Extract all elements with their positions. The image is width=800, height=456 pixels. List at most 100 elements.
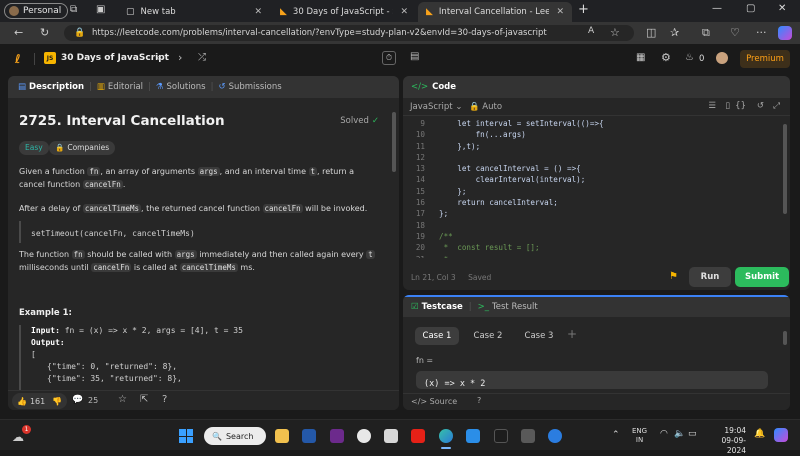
layout-grid-icon[interactable]: ▦: [636, 52, 645, 63]
windows-start-icon[interactable]: [179, 429, 193, 443]
star-icon[interactable]: ☆: [118, 394, 127, 405]
braces-icon[interactable]: {}: [735, 101, 746, 111]
snipping-tool-icon[interactable]: [521, 429, 535, 443]
read-aloud-icon[interactable]: A: [588, 26, 594, 36]
shuffle-icon[interactable]: ⤮: [198, 52, 206, 63]
language-indicator[interactable]: ENG IN: [632, 427, 647, 445]
testcase-scrollbar[interactable]: [783, 331, 787, 345]
new-tab-plus-icon[interactable]: +: [578, 2, 589, 17]
workspaces-icon[interactable]: ⧉: [70, 4, 77, 15]
param-input[interactable]: (x) => x * 2: [416, 371, 768, 389]
code-line: 20 * const result = [];: [403, 242, 790, 253]
tab-description[interactable]: ▤ Description: [18, 82, 84, 92]
tab-interval-cancellation[interactable]: ◣ Interval Cancellation - LeetCode ✕: [418, 2, 572, 22]
auto-mode[interactable]: 🔒 Auto: [469, 102, 502, 112]
show-hidden-icons-chevron-icon[interactable]: ⌃: [612, 430, 620, 440]
study-plan-title[interactable]: 30 Days of JavaScript: [61, 53, 169, 63]
video-app-icon[interactable]: [330, 429, 344, 443]
photos-icon[interactable]: [384, 429, 398, 443]
like-button[interactable]: 👍 161 👎: [12, 393, 68, 409]
language-select[interactable]: JavaScript ⌄: [410, 102, 462, 112]
editor-status: Ln 21, Col 3 Saved: [411, 273, 491, 282]
bookmark-icon[interactable]: ▯: [725, 101, 730, 111]
streak-fire-icon[interactable]: ♨: [685, 52, 694, 63]
battery-icon[interactable]: ▭: [688, 429, 697, 439]
profile-button[interactable]: Personal: [4, 3, 69, 19]
profile-heart-icon[interactable]: ♡: [730, 26, 740, 39]
output-line: {"time": 0, "returned": 8},: [47, 362, 178, 371]
description-tabbar: ▤ Description | ▥ Editorial | ⚗ Solution…: [8, 76, 399, 98]
help-icon[interactable]: ?: [162, 394, 167, 405]
next-problem-icon[interactable]: ›: [178, 51, 182, 64]
close-tab-icon[interactable]: ✕: [556, 7, 564, 17]
tab-editorial[interactable]: ▥ Editorial: [97, 82, 143, 92]
chrome-app-icon[interactable]: [548, 429, 562, 443]
close-tab-icon[interactable]: ✕: [400, 7, 408, 17]
more-options-icon[interactable]: ···: [756, 26, 767, 39]
timer-icon[interactable]: ⏱: [382, 51, 396, 65]
clock[interactable]: 19:04 09-09-2024: [706, 426, 747, 456]
powerpoint-icon[interactable]: [302, 429, 316, 443]
source-button[interactable]: </> Source: [411, 397, 457, 406]
tab-divider: |: [468, 302, 472, 312]
description-scrollbar[interactable]: [392, 112, 396, 172]
file-explorer-icon[interactable]: [275, 429, 289, 443]
settings-gear-icon[interactable]: ⚙: [661, 51, 671, 64]
case-tab-3[interactable]: Case 3: [517, 327, 561, 345]
youtube-icon[interactable]: [411, 429, 425, 443]
tab-testcase[interactable]: ☑ Testcase: [411, 302, 463, 312]
minimize-icon[interactable]: —: [712, 3, 722, 14]
comment-icon[interactable]: 💬: [72, 395, 83, 405]
split-screen-icon[interactable]: ◫: [646, 26, 656, 39]
tab-solutions[interactable]: ⚗ Solutions: [156, 82, 206, 92]
site-info-icon[interactable]: 🔒: [74, 25, 85, 41]
media-player-icon[interactable]: [357, 429, 371, 443]
tab-study-plan[interactable]: ◣ 30 Days of JavaScript - Study Plan ✕: [272, 2, 416, 22]
premium-button[interactable]: Premium: [740, 50, 790, 68]
format-icon[interactable]: ☰: [708, 101, 716, 111]
maximize-icon[interactable]: ▢: [746, 3, 755, 14]
tab-actions-icon[interactable]: ▣: [96, 4, 105, 15]
notifications-bell-icon[interactable]: 🔔: [754, 429, 765, 439]
case-tab-1[interactable]: Case 1: [415, 327, 459, 345]
notes-icon[interactable]: ▤: [410, 51, 419, 62]
companies-badge[interactable]: 🔒 Companies: [49, 141, 116, 155]
copilot-icon[interactable]: [778, 26, 792, 40]
user-avatar[interactable]: [716, 52, 728, 64]
add-case-icon[interactable]: +: [567, 327, 577, 341]
run-button[interactable]: Run: [689, 267, 731, 287]
weather-widget[interactable]: ☁ 1: [12, 425, 32, 444]
difficulty-badge[interactable]: Easy: [19, 141, 49, 155]
close-tab-icon[interactable]: ✕: [254, 7, 262, 17]
submit-button[interactable]: Submit: [735, 267, 789, 287]
close-window-icon[interactable]: ✕: [778, 3, 786, 14]
prev-problem-icon[interactable]: ‹: [156, 51, 160, 64]
case-tab-2[interactable]: Case 2: [466, 327, 510, 345]
code-editor[interactable]: 9 let interval = setInterval(()=>{10 fn(…: [403, 118, 790, 258]
url-field[interactable]: 🔒 https://leetcode.com/problems/interval…: [64, 25, 634, 41]
tab-test-result[interactable]: >_ Test Result: [478, 302, 538, 312]
thumbs-down-icon[interactable]: 👎: [52, 397, 62, 406]
wifi-icon[interactable]: ◠: [660, 429, 668, 439]
favorite-star-icon[interactable]: ☆: [610, 26, 620, 39]
share-icon[interactable]: ⇱: [140, 394, 148, 405]
help-icon[interactable]: ?: [477, 396, 481, 405]
reset-icon[interactable]: ↺: [757, 101, 764, 111]
solved-label: Solved: [340, 116, 369, 126]
volume-icon[interactable]: 🔈: [674, 429, 685, 439]
vscode-icon[interactable]: [466, 429, 480, 443]
tab-submissions[interactable]: ↺ Submissions: [218, 82, 281, 92]
debugger-icon[interactable]: ⚑: [669, 271, 678, 282]
collections-icon[interactable]: ⧉: [702, 26, 710, 40]
edge-browser-icon[interactable]: [439, 429, 453, 443]
favorites-icon[interactable]: ✰: [670, 26, 679, 39]
taskbar-search-box[interactable]: 🔍 Search: [204, 427, 266, 445]
terminal-app-icon[interactable]: [494, 429, 508, 443]
copilot-taskbar-icon[interactable]: [774, 428, 788, 442]
leetcode-logo-icon[interactable]: ℓ: [15, 52, 21, 66]
tab-new-tab[interactable]: ▢ New tab ✕: [118, 2, 270, 22]
refresh-icon[interactable]: ↻: [40, 26, 49, 39]
back-icon[interactable]: ←: [14, 26, 23, 39]
fullscreen-icon[interactable]: ⤢: [773, 101, 780, 111]
editor-scrollbar[interactable]: [783, 124, 787, 214]
